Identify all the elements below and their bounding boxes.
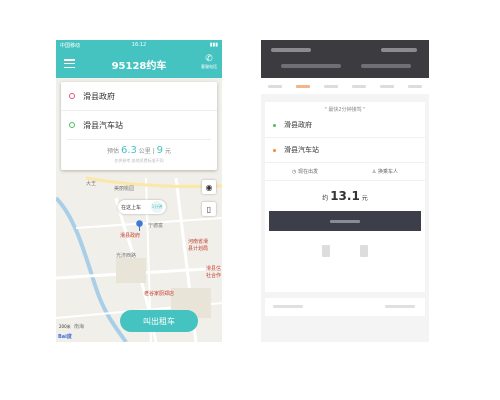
address-card: 滑县政府 滑县汽车站 预估 6.3 公里 | 9 元 仅供参考,各地资费标准不同 [61,82,217,170]
map-label: 大王 [86,181,97,187]
locate-icon: ◉ [205,182,213,192]
call-service-label: 客服电话 [201,64,217,69]
estimate-price: 9 [156,145,164,156]
blurred-icon[interactable] [322,245,330,257]
map-label: 老谷家厨郑店 [144,291,175,297]
tab[interactable] [324,84,338,88]
price-estimate: 约 13.1 元 [265,189,425,203]
origin-dot-icon [69,93,75,99]
map-scale: 200米 [59,324,71,329]
estimate-separator: | [152,148,155,155]
destination-row[interactable]: 滑县汽车站 [61,110,217,139]
blurred-header [261,40,429,78]
map-label: 美丽桃园 [114,186,135,192]
origin-label: 滑县政府 [83,91,115,101]
tab[interactable] [408,84,422,88]
price-unit: 元 [164,148,171,155]
distance-unit: 公里 [138,148,151,155]
destination-label: 滑县汽车站 [284,146,319,154]
order-card: " 最快2分钟接驾 " 滑县政府 滑县汽车站 ◷ 现在出发 ♙ 换乘车人 约 1… [265,102,425,292]
change-passenger-option[interactable]: ♙ 换乘车人 [372,168,398,175]
map-label: 南海 [74,324,85,330]
confirm-button[interactable] [269,211,421,231]
app-title: 95128约车 [111,60,167,72]
person-icon: ♙ [371,169,377,175]
pickup-bubble[interactable]: 在这上车 1分钟 [118,200,166,214]
estimate-prefix: 预估 [107,148,120,155]
locate-button[interactable]: ◉ [202,180,216,194]
price-prefix: 约 [322,195,329,202]
service-tabs[interactable] [261,78,429,94]
trip-options: ◷ 现在出发 ♙ 换乘车人 [265,163,425,181]
origin-label: 滑县政府 [284,121,312,129]
call-service-button[interactable]: ✆ 客服电话 [201,54,217,70]
bottom-icons [265,245,425,257]
map-label: 河南省滑 [188,239,209,245]
tab-active[interactable] [296,84,310,88]
tab[interactable] [352,84,366,88]
phone-icon: ✆ [205,54,213,64]
clock: 16:12 [131,42,147,48]
menu-icon[interactable] [64,59,75,69]
price-value: 13.1 [330,189,360,203]
change-passenger-label: 换乘车人 [377,169,398,175]
pickup-text: 在这上车 [121,204,142,211]
status-bar: 中国移动 16:12 ▮▮▮ [56,40,222,50]
tab[interactable] [268,84,282,88]
app-header: 95128约车 ✆ 客服电话 [56,50,222,78]
destination-dot-icon [69,122,75,128]
blurred-icon[interactable] [360,245,368,257]
fare-estimate: 预估 6.3 公里 | 9 元 仅供参考,各地资费标准不同 [67,139,211,164]
traffic-button[interactable]: ▯ [202,202,216,216]
price-unit: 元 [361,195,368,202]
clock-icon: ◷ [291,169,297,175]
baidu-logo: Bai度 [58,334,72,340]
map-label: 社合作 [206,273,222,279]
tab[interactable] [380,84,394,88]
origin-dot-icon [273,123,276,127]
map-label: 滑县信 [206,266,222,272]
destination-dot-icon [273,148,276,152]
traffic-icon: ▯ [206,204,212,214]
call-taxi-button[interactable]: 叫出租车 [120,310,198,332]
left-phone-screenshot: 中国移动 16:12 ▮▮▮ 95128约车 ✆ 客服电话 滑县政府 滑县汽车站… [56,40,222,342]
destination-label: 滑县汽车站 [83,120,123,130]
pickup-minutes: 1分钟 [151,201,163,213]
destination-row[interactable]: 滑县汽车站 [265,138,425,163]
carrier-label: 中国移动 [60,42,81,49]
origin-row[interactable]: 滑县政府 [265,113,425,138]
pickup-hint: " 最快2分钟接驾 " [324,107,366,113]
depart-now-option[interactable]: ◷ 现在出发 [292,168,318,175]
estimate-note: 仅供参考,各地资费标准不同 [114,158,164,163]
map-label: 滑县政府 [120,233,141,239]
estimate-distance: 6.3 [120,145,137,156]
map-label: 光济西路 [116,253,137,259]
right-phone-screenshot: " 最快2分钟接驾 " 滑县政府 滑县汽车站 ◷ 现在出发 ♙ 换乘车人 约 1… [261,40,429,342]
map-label: 县计划局 [188,246,209,252]
bottom-card[interactable] [265,298,425,316]
origin-row[interactable]: 滑县政府 [61,82,217,110]
depart-now-label: 现在出发 [297,169,318,175]
map-label: 宁德富 [148,223,164,229]
pickup-pin-icon [136,216,143,231]
battery-icon: ▮▮▮ [209,42,218,48]
